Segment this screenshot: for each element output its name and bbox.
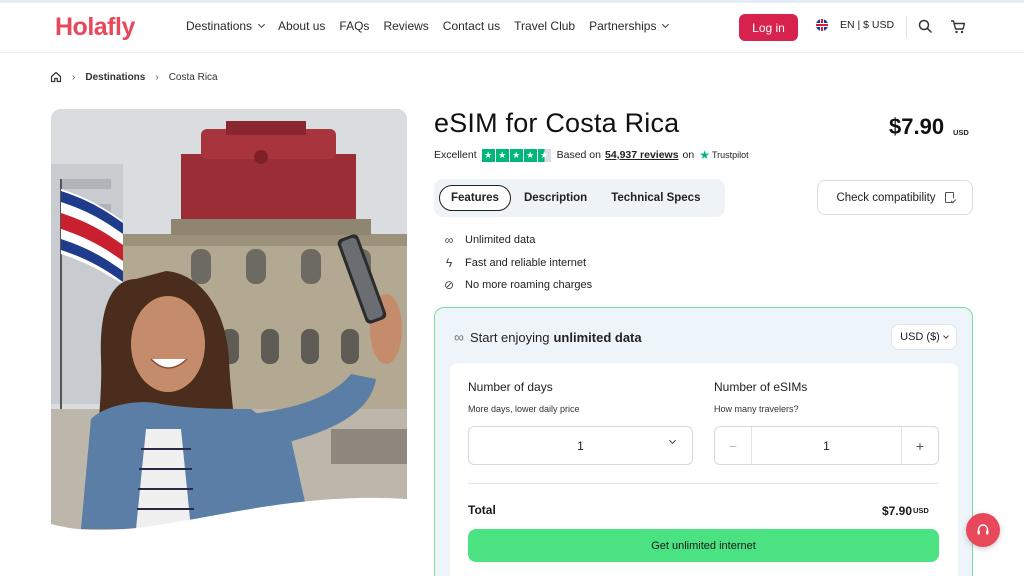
panel-headline: ∞ Start enjoying unlimited data: [454, 329, 642, 345]
nav-label: Partnerships: [589, 19, 657, 33]
header-divider: [906, 16, 907, 38]
breadcrumb-destinations[interactable]: Destinations: [85, 72, 145, 83]
uk-flag-icon: [816, 19, 828, 31]
trustpilot-logo[interactable]: ★ Trustpilot: [699, 148, 748, 162]
reviews-link[interactable]: 54,937 reviews: [605, 149, 679, 161]
product-price: $7.90: [889, 114, 945, 139]
currency-value: USD ($): [900, 331, 940, 343]
plan-form: Number of days More days, lower daily pr…: [450, 363, 958, 576]
trustpilot-rating: Excellent ★ ★ ★ ★ ★ Based on 54,937 revi…: [434, 148, 749, 162]
nav-contact-us[interactable]: Contact us: [443, 19, 500, 33]
language-label: EN | $ USD: [840, 19, 895, 31]
rating-on: on: [682, 149, 695, 161]
feature-item: ϟ Fast and reliable internet: [441, 252, 592, 275]
nav-partnerships[interactable]: Partnerships: [589, 19, 670, 33]
total-value: $7.90: [882, 504, 913, 518]
tab-description[interactable]: Description: [513, 185, 598, 211]
esims-sublabel: How many travelers?: [714, 404, 799, 414]
phone-check-icon: [944, 192, 954, 203]
nav-label: Destinations: [186, 19, 253, 33]
esims-label: Number of eSIMs: [714, 380, 808, 394]
chevron-down-icon: [668, 436, 677, 445]
product-tabs: Features Description Technical Specs: [434, 179, 725, 217]
feature-label: No more roaming charges: [465, 279, 593, 292]
decrement-button[interactable]: −: [715, 427, 752, 464]
check-compatibility-button[interactable]: Check compatibility: [817, 180, 973, 215]
half-star-icon: ★: [537, 148, 551, 162]
chevron-down-icon: [943, 332, 949, 339]
check-compatibility-label: Check compatibility: [836, 191, 936, 204]
no-roaming-icon: ⊘: [443, 278, 455, 293]
days-label: Number of days: [468, 380, 553, 394]
feature-item: ∞ Unlimited data: [441, 229, 592, 252]
home-icon[interactable]: [50, 71, 62, 83]
nav-label: Reviews: [383, 19, 429, 33]
product-title: eSIM for Costa Rica: [434, 108, 680, 138]
chevron-down-icon: [662, 20, 670, 29]
support-chat-button[interactable]: [966, 513, 1000, 547]
divider: [468, 483, 939, 484]
headset-icon: [976, 523, 990, 537]
holafly-logo[interactable]: Holafly: [55, 13, 135, 42]
login-button[interactable]: Log in: [739, 14, 798, 41]
nav-destinations[interactable]: Destinations: [186, 19, 266, 33]
tab-features[interactable]: Features: [439, 185, 511, 211]
nav-label: About us: [278, 19, 326, 33]
feature-label: Unlimited data: [465, 234, 536, 247]
nav-travel-club[interactable]: Travel Club: [514, 19, 575, 33]
nav-reviews[interactable]: Reviews: [383, 19, 428, 33]
language-currency-selector[interactable]: EN | $ USD: [816, 19, 894, 31]
infinity-icon: ∞: [454, 329, 464, 345]
days-value: 1: [577, 438, 584, 453]
tab-technical-specs[interactable]: Technical Specs: [600, 185, 711, 211]
lightning-icon: ϟ: [445, 255, 453, 270]
rating-based-on: Based on: [556, 149, 601, 161]
get-unlimited-internet-button[interactable]: Get unlimited internet: [468, 529, 939, 562]
breadcrumb-separator: ›: [155, 71, 159, 83]
esims-stepper: − 1 +: [714, 426, 939, 465]
star-icon: ★: [523, 148, 537, 162]
trustpilot-label: Trustpilot: [712, 150, 749, 160]
days-sublabel: More days, lower daily price: [468, 404, 580, 414]
star-icon: ★: [509, 148, 523, 162]
nav-faqs[interactable]: FAQs: [339, 19, 369, 33]
nav-label: FAQs: [339, 19, 370, 33]
esims-value[interactable]: 1: [752, 439, 901, 453]
site-header: Holafly Destinations About us FAQs Revie…: [0, 0, 1024, 53]
breadcrumb-separator: ›: [72, 71, 76, 83]
cart-icon[interactable]: [950, 19, 966, 35]
breadcrumb: › Destinations › Costa Rica: [50, 71, 218, 83]
trustpilot-star-icon: ★: [699, 148, 710, 162]
increment-button[interactable]: +: [901, 427, 938, 464]
star-icon: ★: [481, 148, 495, 162]
hero-image: [51, 109, 407, 539]
headline-prefix: Start enjoying: [469, 329, 550, 345]
currency-select[interactable]: USD ($): [891, 324, 957, 350]
chevron-down-icon: [258, 20, 266, 29]
price-currency: USD: [953, 128, 969, 137]
nav-about-us[interactable]: About us: [278, 19, 325, 33]
total-currency: USD: [913, 506, 929, 515]
rating-stars: ★ ★ ★ ★ ★: [481, 148, 552, 162]
feature-item: ⊘ No more roaming charges: [441, 274, 592, 297]
search-icon[interactable]: [918, 19, 934, 35]
total-label: Total: [468, 503, 496, 517]
plan-config-panel: ∞ Start enjoying unlimited data USD ($) …: [434, 307, 973, 576]
feature-list: ∞ Unlimited data ϟ Fast and reliable int…: [441, 229, 592, 297]
nav-label: Contact us: [442, 19, 501, 33]
headline-bold: unlimited data: [553, 329, 642, 345]
days-select[interactable]: 1: [468, 426, 693, 465]
breadcrumb-current: Costa Rica: [168, 71, 218, 83]
feature-label: Fast and reliable internet: [465, 256, 587, 269]
nav-label: Travel Club: [514, 19, 576, 33]
main-nav: Destinations About us FAQs Reviews Conta…: [186, 19, 682, 33]
star-icon: ★: [495, 148, 509, 162]
infinity-icon: ∞: [444, 233, 454, 248]
rating-label: Excellent: [434, 149, 477, 161]
